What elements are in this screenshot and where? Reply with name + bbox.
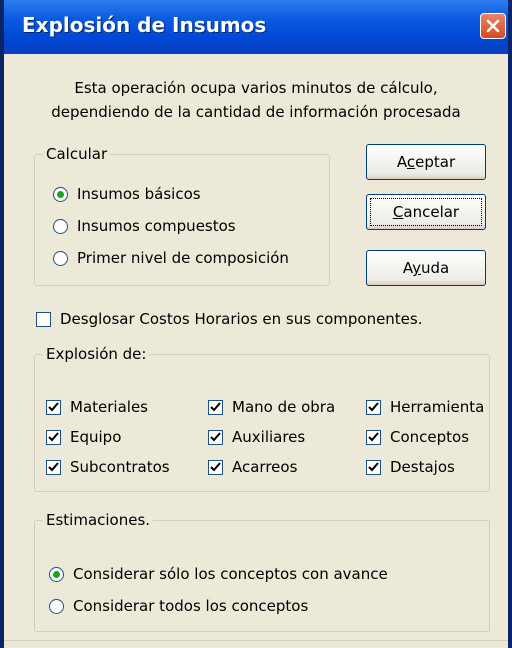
checkbox-subcontratos[interactable]: Subcontratos <box>46 456 170 478</box>
checkbox-label: Destajos <box>390 458 455 476</box>
radio-label: Insumos básicos <box>77 185 201 203</box>
radio-button[interactable] <box>53 250 68 266</box>
button-label-part: A <box>396 153 407 171</box>
check-mark-icon <box>368 401 379 411</box>
radio-considerar-todos[interactable]: Considerar todos los conceptos <box>49 595 308 617</box>
check-mark-icon <box>210 401 221 411</box>
title-bar[interactable]: Explosión de Insumos <box>4 0 508 54</box>
close-icon <box>486 19 500 33</box>
calcular-group-label: Calcular <box>43 145 111 163</box>
checkbox[interactable] <box>208 399 223 415</box>
desglosar-checkbox-row[interactable]: Desglosar Costos Horarios en sus compone… <box>36 308 423 330</box>
checkbox-label: Mano de obra <box>232 398 336 416</box>
calcular-group: Calcular Insumos básicos Insumos compues… <box>34 145 330 286</box>
check-mark-icon <box>48 461 59 471</box>
radio-button[interactable] <box>49 566 64 582</box>
dialog-window: Explosión de Insumos Esta operación ocup… <box>0 0 512 648</box>
checkbox-conceptos[interactable]: Conceptos <box>366 426 469 448</box>
check-mark-icon <box>368 461 379 471</box>
checkbox-auxiliares[interactable]: Auxiliares <box>208 426 305 448</box>
radio-label: Primer nivel de composición <box>77 249 289 267</box>
checkbox-destajos[interactable]: Destajos <box>366 456 455 478</box>
button-access-key: C <box>392 203 404 221</box>
desglosar-checkbox[interactable] <box>36 311 51 327</box>
check-mark-icon <box>210 431 221 441</box>
estimaciones-group-label: Estimaciones. <box>43 511 154 529</box>
checkbox-materiales[interactable]: Materiales <box>46 396 148 418</box>
checkbox[interactable] <box>366 459 381 475</box>
intro-line-2: dependiendo de la cantidad de informació… <box>51 103 461 121</box>
checkbox[interactable] <box>366 429 381 445</box>
intro-line-1: Esta operación ocupa varios minutos de c… <box>74 79 438 97</box>
checkbox-label: Equipo <box>70 428 122 446</box>
explosion-group-label: Explosión de: <box>43 345 150 363</box>
checkbox[interactable] <box>46 459 61 475</box>
radio-label: Insumos compuestos <box>77 217 236 235</box>
checkbox-label: Auxiliares <box>232 428 306 446</box>
ayuda-button[interactable]: Ayuda <box>366 250 486 286</box>
desglosar-label: Desglosar Costos Horarios en sus compone… <box>60 310 423 328</box>
radio-label: Considerar sólo los conceptos con avance <box>73 565 388 583</box>
check-mark-icon <box>48 401 59 411</box>
checkbox[interactable] <box>46 429 61 445</box>
checkbox-equipo[interactable]: Equipo <box>46 426 121 448</box>
checkbox[interactable] <box>366 399 381 415</box>
check-mark-icon <box>210 461 221 471</box>
radio-selected-dot <box>53 570 60 578</box>
checkbox-label: Conceptos <box>390 428 470 446</box>
bottom-divider <box>4 640 508 641</box>
radio-button[interactable] <box>49 598 64 614</box>
checkbox-herramienta[interactable]: Herramienta <box>366 396 484 418</box>
cancelar-button[interactable]: Cancelar <box>366 194 486 230</box>
checkbox-mano-de-obra[interactable]: Mano de obra <box>208 396 335 418</box>
checkbox-label: Subcontratos <box>70 458 170 476</box>
checkbox-label: Materiales <box>70 398 148 416</box>
window-title: Explosión de Insumos <box>22 13 267 37</box>
check-mark-icon <box>368 431 379 441</box>
checkbox-acarreos[interactable]: Acarreos <box>208 456 297 478</box>
radio-label: Considerar todos los conceptos <box>73 597 309 615</box>
checkbox[interactable] <box>208 459 223 475</box>
checkbox-label: Herramienta <box>390 398 485 416</box>
radio-selected-dot <box>57 190 64 198</box>
button-access-key: c <box>406 153 416 171</box>
radio-button[interactable] <box>53 218 68 234</box>
button-label-part: uda <box>420 259 450 277</box>
radio-primer-nivel[interactable]: Primer nivel de composición <box>53 247 289 269</box>
checkbox[interactable] <box>208 429 223 445</box>
checkbox[interactable] <box>46 399 61 415</box>
button-label-part: A <box>402 259 413 277</box>
button-access-key: y <box>412 259 421 277</box>
radio-insumos-compuestos[interactable]: Insumos compuestos <box>53 215 236 237</box>
check-mark-icon <box>48 431 59 441</box>
button-label-part: ancelar <box>403 203 460 221</box>
radio-insumos-basicos[interactable]: Insumos básicos <box>53 183 201 205</box>
aceptar-button[interactable]: Aceptar <box>366 144 486 180</box>
radio-considerar-con-avance[interactable]: Considerar sólo los conceptos con avance <box>49 563 388 585</box>
button-label-part: eptar <box>415 153 456 171</box>
checkbox-label: Acarreos <box>232 458 298 476</box>
close-button[interactable] <box>480 13 506 39</box>
radio-button[interactable] <box>53 186 68 202</box>
estimaciones-group: Estimaciones. Considerar sólo los concep… <box>34 511 490 632</box>
